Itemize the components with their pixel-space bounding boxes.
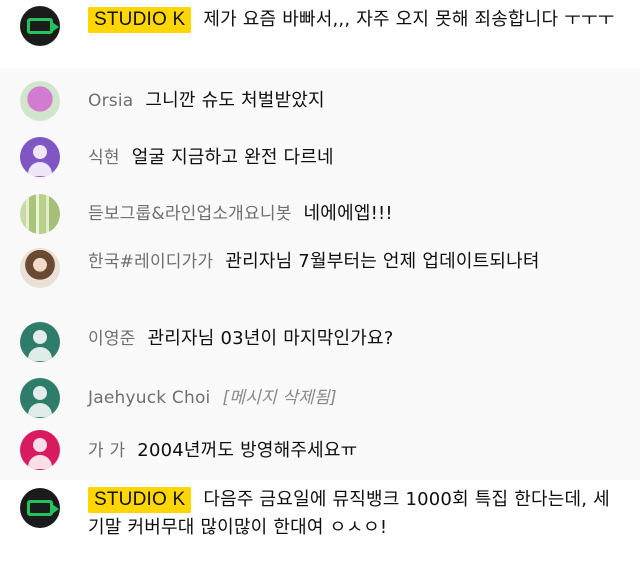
author-name[interactable]: Orsia (88, 91, 133, 111)
message-text: 관리자님 03년이 마지막인가요? (147, 328, 394, 349)
studio-k-logo-icon (27, 500, 59, 516)
user-avatar[interactable] (20, 81, 60, 121)
author-name[interactable]: 이영준 (88, 329, 136, 349)
chat-message: Jaehyuck Choi [메시지 삭제됨] (0, 376, 640, 422)
deleted-message-text: [메시지 삭제됨] (222, 388, 337, 408)
author-name[interactable]: 한국#레이디가가 (88, 252, 213, 272)
owner-author-badge[interactable]: STUDIO K (88, 487, 192, 513)
chat-message: 한국#레이디가가 관리자님 7월부터는 언제 업데이트되나텨 (0, 246, 640, 310)
user-avatar[interactable] (20, 194, 60, 234)
author-name[interactable]: Jaehyuck Choi (88, 388, 210, 408)
user-avatar[interactable] (20, 322, 60, 362)
chat-message: 가 가 2004년꺼도 방영해주세요ㅠ (0, 428, 640, 474)
user-avatar[interactable] (20, 248, 60, 288)
owner-author-badge[interactable]: STUDIO K (88, 7, 192, 33)
author-name[interactable]: 가 가 (88, 441, 125, 461)
chat-message: STUDIO K 다음주 금요일에 뮤직뱅크 1000회 특집 한다는데, 세기말… (0, 480, 640, 584)
default-person-icon (33, 386, 47, 400)
chat-message: 식현 얼굴 지금하고 완전 다르네 (0, 136, 640, 182)
live-chat-list: STUDIO K 제가 요즘 바빠서,,, 자주 오지 못해 죄송합니다 ㅜㅜㅜ … (0, 0, 640, 584)
author-name[interactable]: 식현 (88, 148, 120, 168)
message-text: 2004년꺼도 방영해주세요ㅠ (137, 440, 358, 461)
message-text: 그니깐 슈도 처벌받았지 (145, 90, 325, 111)
user-avatar[interactable] (20, 378, 60, 418)
chat-message: STUDIO K 제가 요즘 바빠서,,, 자주 오지 못해 죄송합니다 ㅜㅜㅜ (0, 0, 640, 68)
studio-k-logo-avatar[interactable] (20, 488, 60, 528)
default-person-icon (33, 438, 47, 452)
user-avatar[interactable] (20, 430, 60, 470)
chat-message: 듣보그룹&라인업소개요니봇 네에에엡!!! (0, 192, 640, 238)
message-text: 관리자님 7월부터는 언제 업데이트되나텨 (225, 251, 540, 272)
author-name[interactable]: 듣보그룹&라인업소개요니봇 (88, 204, 292, 224)
message-text: 네에에엡!!! (303, 203, 393, 224)
chat-message: 이영준 관리자님 03년이 마지막인가요? (0, 320, 640, 366)
default-person-icon (33, 145, 47, 159)
message-text: 얼굴 지금하고 완전 다르네 (131, 147, 334, 168)
studio-k-logo-avatar[interactable] (20, 6, 60, 46)
user-avatar[interactable] (20, 137, 60, 177)
studio-k-logo-icon (27, 18, 59, 34)
message-text: 제가 요즘 바빠서,,, 자주 오지 못해 죄송합니다 ㅜㅜㅜ (203, 9, 615, 30)
chat-message: Orsia 그니깐 슈도 처벌받았지 (0, 78, 640, 124)
default-person-icon (33, 330, 47, 344)
